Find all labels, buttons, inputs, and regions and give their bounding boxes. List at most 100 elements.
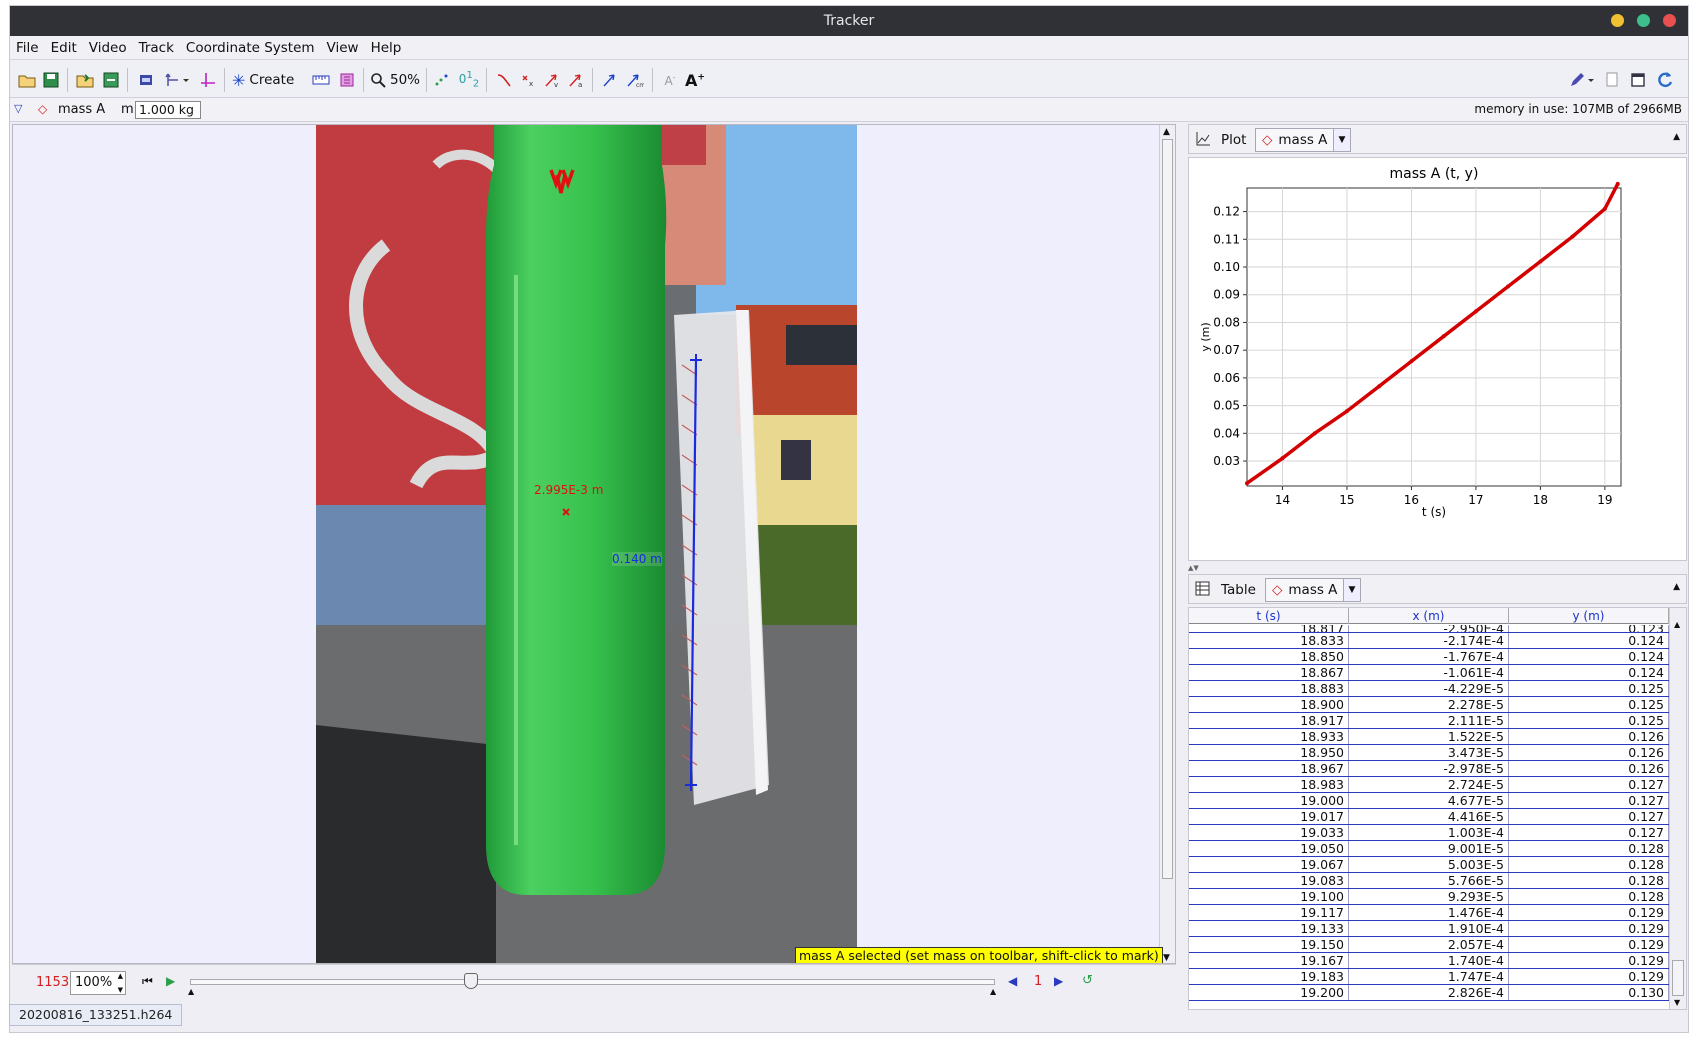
- export-icon[interactable]: [100, 69, 122, 91]
- mass-field[interactable]: 1.000 kg: [135, 101, 201, 119]
- position-icon[interactable]: x: [518, 69, 538, 91]
- refresh-icon[interactable]: [1654, 69, 1676, 91]
- column-header-y[interactable]: y (m): [1509, 608, 1669, 624]
- track-dropdown-icon[interactable]: ▽: [14, 102, 22, 115]
- center-of-mass-icon[interactable]: cm: [624, 69, 646, 91]
- speed-spinner[interactable]: 100% ▲ ▼: [70, 971, 126, 995]
- table-row[interactable]: 19.167 1.740E-4 0.129: [1189, 953, 1669, 969]
- table-row[interactable]: 18.883 -4.229E-5 0.125: [1189, 681, 1669, 697]
- step-back-icon[interactable]: ◀: [1008, 974, 1017, 988]
- close-button[interactable]: [1663, 14, 1676, 27]
- spinner-down-icon[interactable]: ▼: [118, 986, 123, 994]
- zoom-button[interactable]: 50%: [370, 69, 420, 91]
- menu-video[interactable]: Video: [83, 36, 133, 60]
- video-pane[interactable]: 2.995E-3 m 0.140 m ▲ ▼ mass A selected (…: [12, 124, 1176, 964]
- table-row[interactable]: 19.050 9.001E-5 0.128: [1189, 841, 1669, 857]
- cell-t: 18.917: [1189, 713, 1349, 728]
- momentum-icon[interactable]: [600, 69, 620, 91]
- table-row[interactable]: 19.083 5.766E-5 0.128: [1189, 873, 1669, 889]
- step-forward-icon[interactable]: ▶: [1054, 974, 1063, 988]
- notes-icon[interactable]: [1602, 69, 1622, 91]
- maximize-button[interactable]: [1637, 14, 1650, 27]
- scroll-up-arrow-icon[interactable]: ▲: [1163, 127, 1170, 137]
- font-smaller-icon[interactable]: A-: [660, 69, 680, 91]
- font-larger-icon[interactable]: A+: [684, 69, 706, 91]
- table-row[interactable]: 19.100 9.293E-5 0.128: [1189, 889, 1669, 905]
- axes-icon[interactable]: [198, 69, 218, 91]
- video-scrollbar[interactable]: ▲ ▼: [1159, 125, 1175, 963]
- table-row[interactable]: 19.150 2.057E-4 0.129: [1189, 937, 1669, 953]
- table-row[interactable]: 19.133 1.910E-4 0.129: [1189, 921, 1669, 937]
- table-row[interactable]: 19.000 4.677E-5 0.127: [1189, 793, 1669, 809]
- menu-coordinate-system[interactable]: Coordinate System: [180, 36, 321, 60]
- table-row[interactable]: 19.183 1.747E-4 0.129: [1189, 969, 1669, 985]
- path-icon[interactable]: [494, 69, 514, 91]
- table-row[interactable]: 18.817 -2.950E-4 0.123: [1189, 625, 1669, 633]
- column-header-t[interactable]: t (s): [1189, 608, 1349, 624]
- window-layout-icon[interactable]: [1628, 69, 1648, 91]
- frame-number: 1153: [36, 975, 70, 990]
- cell-t: 18.817: [1189, 625, 1349, 632]
- file-tab[interactable]: 20200816_133251.h264: [9, 1004, 183, 1026]
- cell-x: -1.767E-4: [1349, 649, 1509, 664]
- video-frame[interactable]: 2.995E-3 m 0.140 m: [316, 125, 857, 963]
- velocity-icon[interactable]: v: [542, 69, 562, 91]
- table-row[interactable]: 18.850 -1.767E-4 0.124: [1189, 649, 1669, 665]
- table-row[interactable]: 18.967 -2.978E-5 0.126: [1189, 761, 1669, 777]
- track-control-icon[interactable]: [336, 69, 358, 91]
- play-icon[interactable]: ▶: [166, 974, 175, 988]
- plot-area[interactable]: 14 15 16 17 18 19 0.03 0.04 0.05 0.06 0.07 0.08 0.09…: [1188, 157, 1687, 561]
- acceleration-icon[interactable]: a: [566, 69, 586, 91]
- menu-track[interactable]: Track: [133, 36, 180, 60]
- plot-track-dropdown-icon[interactable]: ▼: [1333, 128, 1351, 152]
- import-icon[interactable]: [74, 69, 96, 91]
- clip-settings-icon[interactable]: [136, 69, 156, 91]
- loop-icon[interactable]: ↺: [1082, 973, 1093, 988]
- data-point: [1312, 431, 1317, 436]
- collapse-plot-icon[interactable]: ▲: [1673, 132, 1680, 142]
- scroll-up-arrow-icon[interactable]: ▲: [1674, 620, 1680, 629]
- slider-thumb[interactable]: [464, 973, 478, 989]
- menu-edit[interactable]: Edit: [45, 36, 83, 60]
- calibration-tape-icon[interactable]: [310, 69, 332, 91]
- table-row[interactable]: 18.933 1.522E-5 0.126: [1189, 729, 1669, 745]
- menu-view[interactable]: View: [321, 36, 365, 60]
- step-size[interactable]: 1: [1034, 974, 1042, 989]
- pencil-dropdown-icon[interactable]: [1567, 69, 1597, 91]
- menu-help[interactable]: Help: [365, 36, 408, 60]
- spinner-up-icon[interactable]: ▲: [118, 972, 123, 980]
- menu-file[interactable]: File: [10, 36, 45, 60]
- scroll-down-arrow-icon[interactable]: ▼: [1163, 953, 1170, 963]
- table-row[interactable]: 19.033 1.003E-4 0.127: [1189, 825, 1669, 841]
- open-file-icon[interactable]: [16, 69, 38, 91]
- cell-t: 18.967: [1189, 761, 1349, 776]
- coordinate-axes-dropdown-icon[interactable]: [162, 69, 192, 91]
- table-row[interactable]: 18.833 -2.174E-4 0.124: [1189, 633, 1669, 649]
- create-track-button[interactable]: ✳ Create: [232, 69, 306, 91]
- table-row[interactable]: 19.067 5.003E-5 0.128: [1189, 857, 1669, 873]
- table-row[interactable]: 18.867 -1.061E-4 0.124: [1189, 665, 1669, 681]
- rewind-icon[interactable]: ⏮: [142, 974, 153, 989]
- scroll-down-arrow-icon[interactable]: ▼: [1674, 998, 1680, 1007]
- panel-divider[interactable]: ▲▼: [1188, 564, 1687, 572]
- table-row[interactable]: 19.117 1.476E-4 0.129: [1189, 905, 1669, 921]
- scroll-thumb[interactable]: [1162, 139, 1173, 879]
- save-icon[interactable]: [40, 69, 62, 91]
- table-scrollbar[interactable]: ▲ ▼: [1669, 608, 1686, 1009]
- table-track-dropdown-icon[interactable]: ▼: [1343, 578, 1361, 602]
- trails-icon[interactable]: [432, 69, 452, 91]
- scroll-thumb[interactable]: [1672, 960, 1684, 996]
- minimize-button[interactable]: [1611, 14, 1624, 27]
- collapse-table-icon[interactable]: ▲: [1673, 582, 1680, 592]
- frame-slider[interactable]: [190, 979, 995, 985]
- cell-y: 0.128: [1509, 889, 1669, 904]
- table-row[interactable]: 18.983 2.724E-5 0.127: [1189, 777, 1669, 793]
- table-row[interactable]: 19.017 4.416E-5 0.127: [1189, 809, 1669, 825]
- table-row[interactable]: 19.200 2.826E-4 0.130: [1189, 985, 1669, 1001]
- column-header-x[interactable]: x (m): [1349, 608, 1509, 624]
- labels-icon[interactable]: 012: [458, 69, 480, 91]
- data-table[interactable]: t (s) x (m) y (m) 18.817 -2.950E-4 0.123 18…: [1188, 607, 1687, 1010]
- table-row[interactable]: 18.900 2.278E-5 0.125: [1189, 697, 1669, 713]
- table-row[interactable]: 18.950 3.473E-5 0.126: [1189, 745, 1669, 761]
- table-row[interactable]: 18.917 2.111E-5 0.125: [1189, 713, 1669, 729]
